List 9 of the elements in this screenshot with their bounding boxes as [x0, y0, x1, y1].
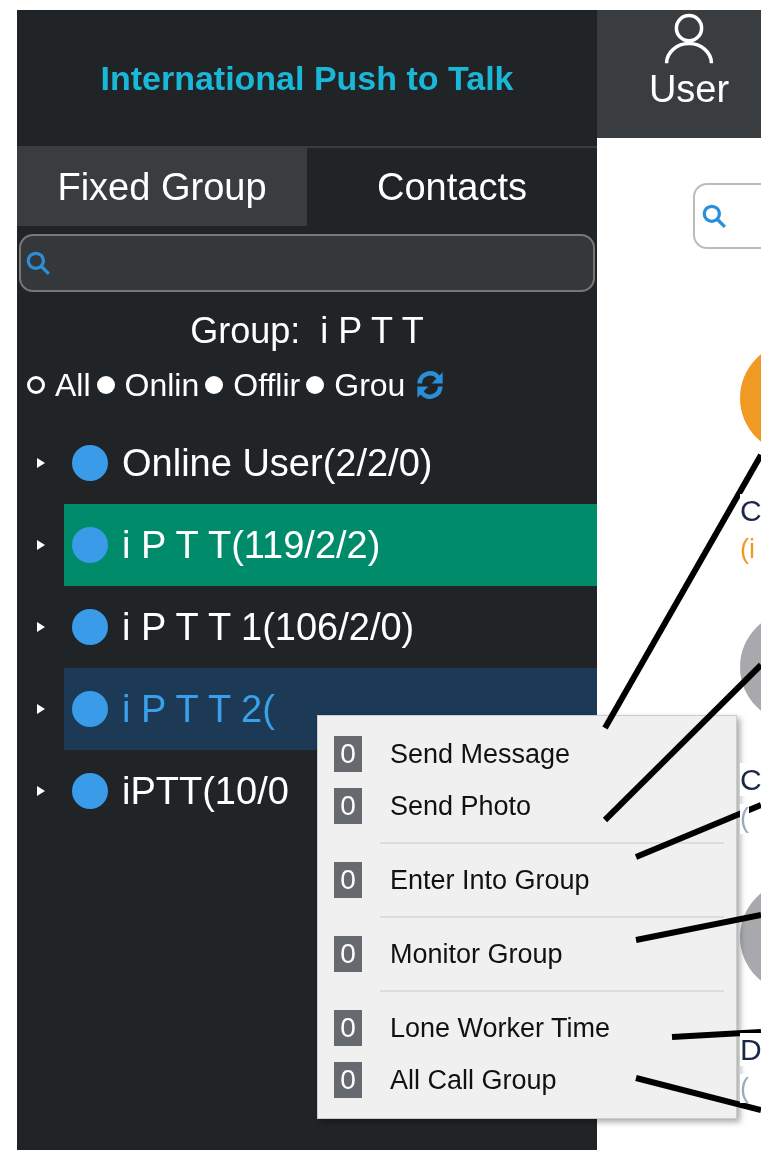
count-badge: 0: [334, 788, 362, 824]
contact-detail: (: [740, 804, 749, 834]
count-badge: 0: [334, 862, 362, 898]
count-badge: 0: [334, 1062, 362, 1098]
app-title: International Push to Talk: [100, 58, 514, 98]
group-label: Group: i P T T: [189, 310, 425, 352]
count-badge: 0: [334, 1010, 362, 1046]
count-badge: 0: [334, 736, 362, 772]
count-badge: 0: [334, 936, 362, 972]
